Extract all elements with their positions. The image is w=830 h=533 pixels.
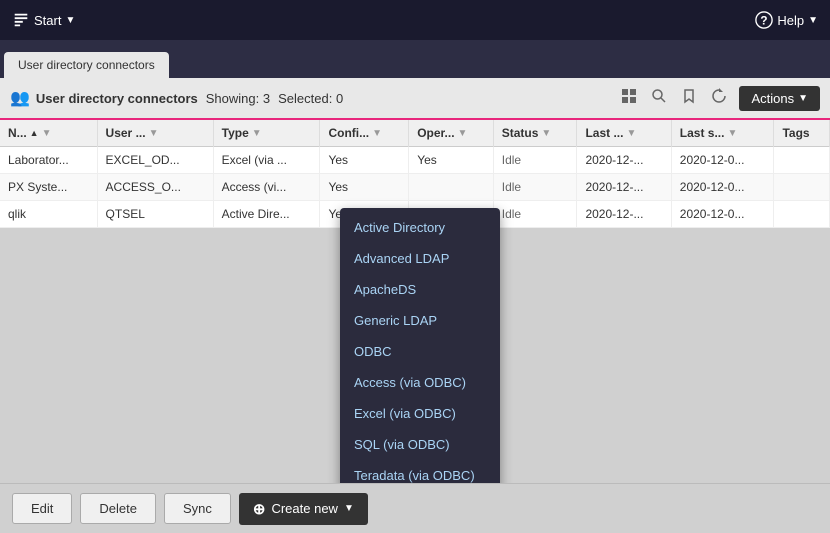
- create-new-label: Create new: [271, 501, 337, 516]
- create-new-button[interactable]: ⊕ Create new ▼: [239, 493, 368, 525]
- table-cell: QTSEL: [97, 201, 213, 228]
- table-wrapper: N... ▲ ▼ User ... ▼: [0, 120, 830, 483]
- table-cell: 2020-12-0...: [671, 174, 774, 201]
- bottom-bar: Edit Delete Sync ⊕ Create new ▼: [0, 483, 830, 533]
- dropdown-item[interactable]: Generic LDAP: [340, 305, 500, 336]
- toolbar-selected: Selected: 0: [278, 91, 343, 106]
- table-cell: 2020-12-...: [577, 174, 671, 201]
- svg-text:?: ?: [761, 15, 768, 28]
- table-cell: Laborator...: [0, 147, 97, 174]
- table-cell: qlik: [0, 201, 97, 228]
- col-name: N... ▲ ▼: [0, 120, 97, 147]
- actions-label: Actions: [751, 91, 794, 106]
- edit-button[interactable]: Edit: [12, 493, 72, 524]
- start-chevron: ▼: [65, 15, 75, 26]
- dropdown-item[interactable]: Excel (via ODBC): [340, 398, 500, 429]
- table-cell: Idle: [493, 174, 577, 201]
- dropdown-item[interactable]: Active Directory: [340, 212, 500, 243]
- main-content: 👥 User directory connectors Showing: 3 S…: [0, 78, 830, 533]
- col-last1: Last ... ▼: [577, 120, 671, 147]
- filter-oper-icon[interactable]: ▼: [458, 128, 468, 139]
- table-cell: PX Syste...: [0, 174, 97, 201]
- start-label: Start: [34, 13, 61, 28]
- dropdown-item[interactable]: ApacheDS: [340, 274, 500, 305]
- breadcrumb-tab[interactable]: User directory connectors: [4, 52, 169, 78]
- toolbar: 👥 User directory connectors Showing: 3 S…: [0, 78, 830, 120]
- filter-config-icon[interactable]: ▼: [372, 128, 382, 139]
- col-type: Type ▼: [213, 120, 320, 147]
- dropdown-item[interactable]: SQL (via ODBC): [340, 429, 500, 460]
- top-nav: Start ▼ ? Help ▼: [0, 0, 830, 40]
- grid-view-button[interactable]: [617, 86, 641, 111]
- table-cell: Yes: [320, 147, 409, 174]
- filter-name-icon[interactable]: ▼: [42, 128, 52, 139]
- sync-button[interactable]: Sync: [164, 493, 231, 524]
- refresh-button[interactable]: [707, 86, 731, 111]
- nav-left: Start ▼: [12, 11, 75, 29]
- table-row[interactable]: Laborator...EXCEL_OD...Excel (via ...Yes…: [0, 147, 830, 174]
- toolbar-icons: [617, 86, 731, 111]
- delete-button[interactable]: Delete: [80, 493, 156, 524]
- table-cell: Idle: [493, 147, 577, 174]
- col-tags: Tags: [774, 120, 830, 147]
- table-cell: 2020-12-0...: [671, 147, 774, 174]
- filter-type-icon[interactable]: ▼: [252, 128, 262, 139]
- search-button[interactable]: [647, 86, 671, 111]
- table-cell: Yes: [409, 147, 494, 174]
- table-head: N... ▲ ▼ User ... ▼: [0, 120, 830, 147]
- table-cell: Active Dire...: [213, 201, 320, 228]
- table-cell: [409, 174, 494, 201]
- create-new-chevron: ▼: [344, 503, 354, 514]
- filter-last2-icon[interactable]: ▼: [727, 128, 737, 139]
- col-user: User ... ▼: [97, 120, 213, 147]
- table-cell: 2020-12-0...: [671, 201, 774, 228]
- col-config: Confi... ▼: [320, 120, 409, 147]
- dropdown-item[interactable]: Access (via ODBC): [340, 367, 500, 398]
- filter-status-icon[interactable]: ▼: [541, 128, 551, 139]
- col-oper: Oper... ▼: [409, 120, 494, 147]
- table-cell: ACCESS_O...: [97, 174, 213, 201]
- help-button[interactable]: ? Help ▼: [755, 11, 818, 29]
- sort-up-icon: ▲: [30, 128, 39, 138]
- actions-chevron: ▼: [798, 93, 808, 104]
- table-row[interactable]: PX Syste...ACCESS_O...Access (vi...Yes Id…: [0, 174, 830, 201]
- toolbar-title-group: 👥 User directory connectors: [10, 88, 198, 108]
- table-cell: Access (vi...: [213, 174, 320, 201]
- toolbar-title: User directory connectors: [36, 91, 198, 106]
- actions-button[interactable]: Actions ▼: [739, 86, 820, 111]
- start-button[interactable]: Start ▼: [12, 11, 75, 29]
- col-last2: Last s... ▼: [671, 120, 774, 147]
- filter-last1-icon[interactable]: ▼: [626, 128, 636, 139]
- toolbar-showing: Showing: 3: [206, 91, 270, 106]
- nav-right: ? Help ▼: [755, 11, 818, 29]
- dropdown-item[interactable]: Teradata (via ODBC): [340, 460, 500, 483]
- breadcrumb-tab-label: User directory connectors: [18, 58, 155, 72]
- table-cell: 2020-12-...: [577, 201, 671, 228]
- people-icon: 👥: [10, 88, 30, 108]
- create-new-dropdown: Active DirectoryAdvanced LDAPApacheDSGen…: [340, 208, 500, 483]
- table-cell: Idle: [493, 201, 577, 228]
- filter-user-icon[interactable]: ▼: [149, 128, 159, 139]
- bookmark-button[interactable]: [677, 86, 701, 111]
- help-chevron: ▼: [808, 15, 818, 26]
- table-cell: [774, 174, 830, 201]
- col-status: Status ▼: [493, 120, 577, 147]
- table-cell: 2020-12-...: [577, 147, 671, 174]
- dropdown-item[interactable]: Advanced LDAP: [340, 243, 500, 274]
- table-cell: Excel (via ...: [213, 147, 320, 174]
- help-label: Help: [777, 13, 804, 28]
- dropdown-item[interactable]: ODBC: [340, 336, 500, 367]
- breadcrumb-bar: User directory connectors: [0, 40, 830, 78]
- plus-icon: ⊕: [253, 500, 266, 518]
- table-cell: [774, 201, 830, 228]
- table-cell: [774, 147, 830, 174]
- table-cell: Yes: [320, 174, 409, 201]
- table-cell: EXCEL_OD...: [97, 147, 213, 174]
